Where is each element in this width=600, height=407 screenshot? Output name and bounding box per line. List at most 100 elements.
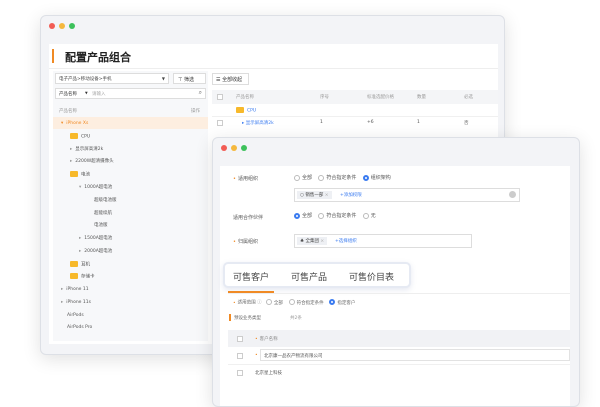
tree-header-action: 操作: [191, 109, 200, 114]
tree-item[interactable]: ▸ 2200W超清摄像头: [53, 155, 208, 167]
tree-item[interactable]: ▸ 2000A超电池: [53, 245, 208, 257]
org-radio-structure[interactable]: 组织架构: [362, 174, 391, 181]
row-checkbox[interactable]: [217, 119, 223, 126]
org-radio-group: 全部 符合指定条件 组织架构: [294, 174, 391, 181]
scope-label: 适用范围: [237, 300, 256, 306]
tree-item[interactable]: AirPods Pro: [53, 322, 208, 334]
category-select[interactable]: 电子产品>移动设备>手机 ▼: [55, 73, 169, 84]
tree-item[interactable]: 电池版: [53, 219, 208, 231]
org-radio-condition[interactable]: 符合指定条件: [318, 174, 356, 181]
tree-item-label: 存储卡: [81, 274, 95, 280]
caret-right-icon[interactable]: ▸: [70, 159, 72, 164]
header-seq: 序号: [320, 95, 329, 100]
caret-right-icon[interactable]: ▸: [70, 147, 72, 152]
row-name: CPU: [247, 108, 257, 114]
add-permission-link[interactable]: +添加权限: [340, 192, 362, 198]
table-row[interactable]: CPU: [212, 104, 498, 116]
scope-radio-customer[interactable]: 指定客户: [329, 299, 355, 306]
filter-button[interactable]: ⊤ 筛选: [173, 73, 206, 84]
tree-item[interactable]: ▸ 1500A超电池: [53, 232, 208, 244]
search-bar[interactable]: 产品名称 ▼ 请输入 ⌕: [55, 88, 206, 99]
caret-right-icon[interactable]: ▸: [61, 287, 63, 292]
customer-name: 北京星上科技: [255, 371, 282, 376]
caret-right-icon[interactable]: ▸: [61, 300, 63, 305]
tree-item-label: CPU: [81, 134, 91, 140]
help-icon[interactable]: ⓘ: [257, 301, 262, 306]
scope-row: • 适用范围 ⓘ 全部 符合指定条件 指定客户: [233, 299, 356, 306]
window-controls: [221, 145, 247, 151]
table-row[interactable]: • 北京康一品农产物流有限公司: [228, 347, 570, 364]
partner-radio-group: 全部 符合指定条件 无: [294, 212, 376, 219]
tree-item[interactable]: 耳机: [53, 258, 208, 270]
scope-radio-condition[interactable]: 符合指定条件: [288, 299, 324, 306]
col-customer-name: 客户名称: [259, 336, 278, 342]
left-panel: 电子产品>移动设备>手机 ▼ ⊤ 筛选 产品名称 ▼ 请输入 ⌕ 产品名称 操作 …: [53, 71, 208, 341]
partner-radio-condition[interactable]: 符合指定条件: [318, 212, 356, 219]
remove-tag-icon[interactable]: ×: [325, 193, 329, 198]
tree-item-label: 1500A超电池: [84, 236, 113, 242]
section-count: 共2条: [290, 316, 302, 321]
customer-name-input[interactable]: 北京康一品农产物流有限公司: [260, 349, 570, 361]
table-row[interactable]: ▸ 显示屏高清2k 1 +6 1 否: [212, 116, 498, 128]
tree-item-label: 电池: [81, 172, 90, 178]
row-checkbox[interactable]: [237, 370, 243, 376]
row-seq: 1: [320, 120, 323, 125]
table-row[interactable]: 北京星上科技: [228, 364, 570, 381]
belong-tag: ♣ 全集团 ×: [297, 237, 328, 245]
partner-radio-none[interactable]: 无: [362, 212, 376, 219]
remove-tag-icon[interactable]: ×: [320, 239, 324, 244]
tree-item[interactable]: AirPods: [53, 309, 208, 321]
tree-item-label: 1000A超电池: [84, 185, 113, 190]
tree-item-label: 2000A超电池: [84, 249, 113, 254]
collapse-all-button[interactable]: ☰ 全部收起: [212, 73, 249, 85]
row-price: +6: [367, 120, 374, 125]
tree-item-label: 超能续航: [94, 210, 112, 216]
minimize-dot[interactable]: [231, 145, 237, 151]
tree-item[interactable]: ▾ 1000A超电池: [53, 181, 208, 193]
caret-down-icon[interactable]: ▾: [79, 185, 81, 190]
tree-item[interactable]: 超级电池版: [53, 194, 208, 206]
filter-label: 筛选: [183, 77, 194, 83]
maximize-dot[interactable]: [241, 145, 247, 151]
caret-right-icon[interactable]: ▸: [79, 236, 81, 241]
form-area: • 适用组织 全部 符合指定条件 组织架构 ○ 销售一部 × +添加权限 适用合作…: [220, 166, 570, 406]
select-all-checkbox[interactable]: [237, 335, 243, 342]
table-header: • 客户名称: [228, 330, 570, 347]
search-field-select[interactable]: 产品名称: [59, 91, 77, 97]
tree-item[interactable]: ▸ iPhone 11s: [53, 296, 208, 308]
row-name[interactable]: 显示屏高清2k: [246, 121, 274, 126]
search-input[interactable]: 请输入: [92, 91, 106, 97]
tree-item[interactable]: 超能续航: [53, 207, 208, 219]
tab-products[interactable]: 可售产品: [291, 270, 327, 283]
tree-item[interactable]: ▸ iPhone 11: [53, 283, 208, 295]
tab-customers[interactable]: 可售客户: [233, 270, 269, 283]
close-dot[interactable]: [221, 145, 227, 151]
org-radio-all[interactable]: 全部: [294, 174, 312, 181]
tree-item-label: 显示屏高清2k: [75, 146, 104, 152]
row-checkbox[interactable]: [237, 352, 243, 359]
select-org-link[interactable]: +选择组织: [335, 238, 357, 244]
caret-down-icon[interactable]: ▾: [61, 121, 63, 126]
tab-pricelist[interactable]: 可售价目表: [349, 270, 394, 283]
tree-item[interactable]: CPU: [53, 130, 208, 142]
search-icon[interactable]: ⌕: [199, 89, 202, 97]
tree-item[interactable]: ▸ 显示屏高清2k: [53, 143, 208, 155]
org-tag-input[interactable]: ○ 销售一部 × +添加权限: [294, 188, 520, 202]
list-icon: ☰: [216, 77, 221, 83]
section-accent: [229, 314, 231, 321]
page-title: 配置产品组合: [65, 51, 131, 64]
maximize-dot[interactable]: [69, 23, 75, 29]
select-all-checkbox[interactable]: [217, 94, 223, 100]
close-dot[interactable]: [49, 23, 55, 29]
tree-item[interactable]: 电池: [53, 168, 208, 180]
chevron-down-icon: ▼: [161, 76, 165, 81]
header-price: 标准选配价格: [367, 95, 394, 100]
tree-item[interactable]: 存储卡: [53, 271, 208, 283]
caret-right-icon[interactable]: ▸: [79, 249, 81, 254]
scope-radio-all[interactable]: 全部: [265, 299, 283, 306]
minimize-dot[interactable]: [59, 23, 65, 29]
belong-tag-input[interactable]: ♣ 全集团 × +选择组织: [294, 234, 472, 248]
partner-radio-all[interactable]: 全部: [294, 212, 312, 219]
tree-item[interactable]: ▾ iPhone Xs: [53, 117, 208, 129]
clear-icon[interactable]: [509, 191, 516, 198]
